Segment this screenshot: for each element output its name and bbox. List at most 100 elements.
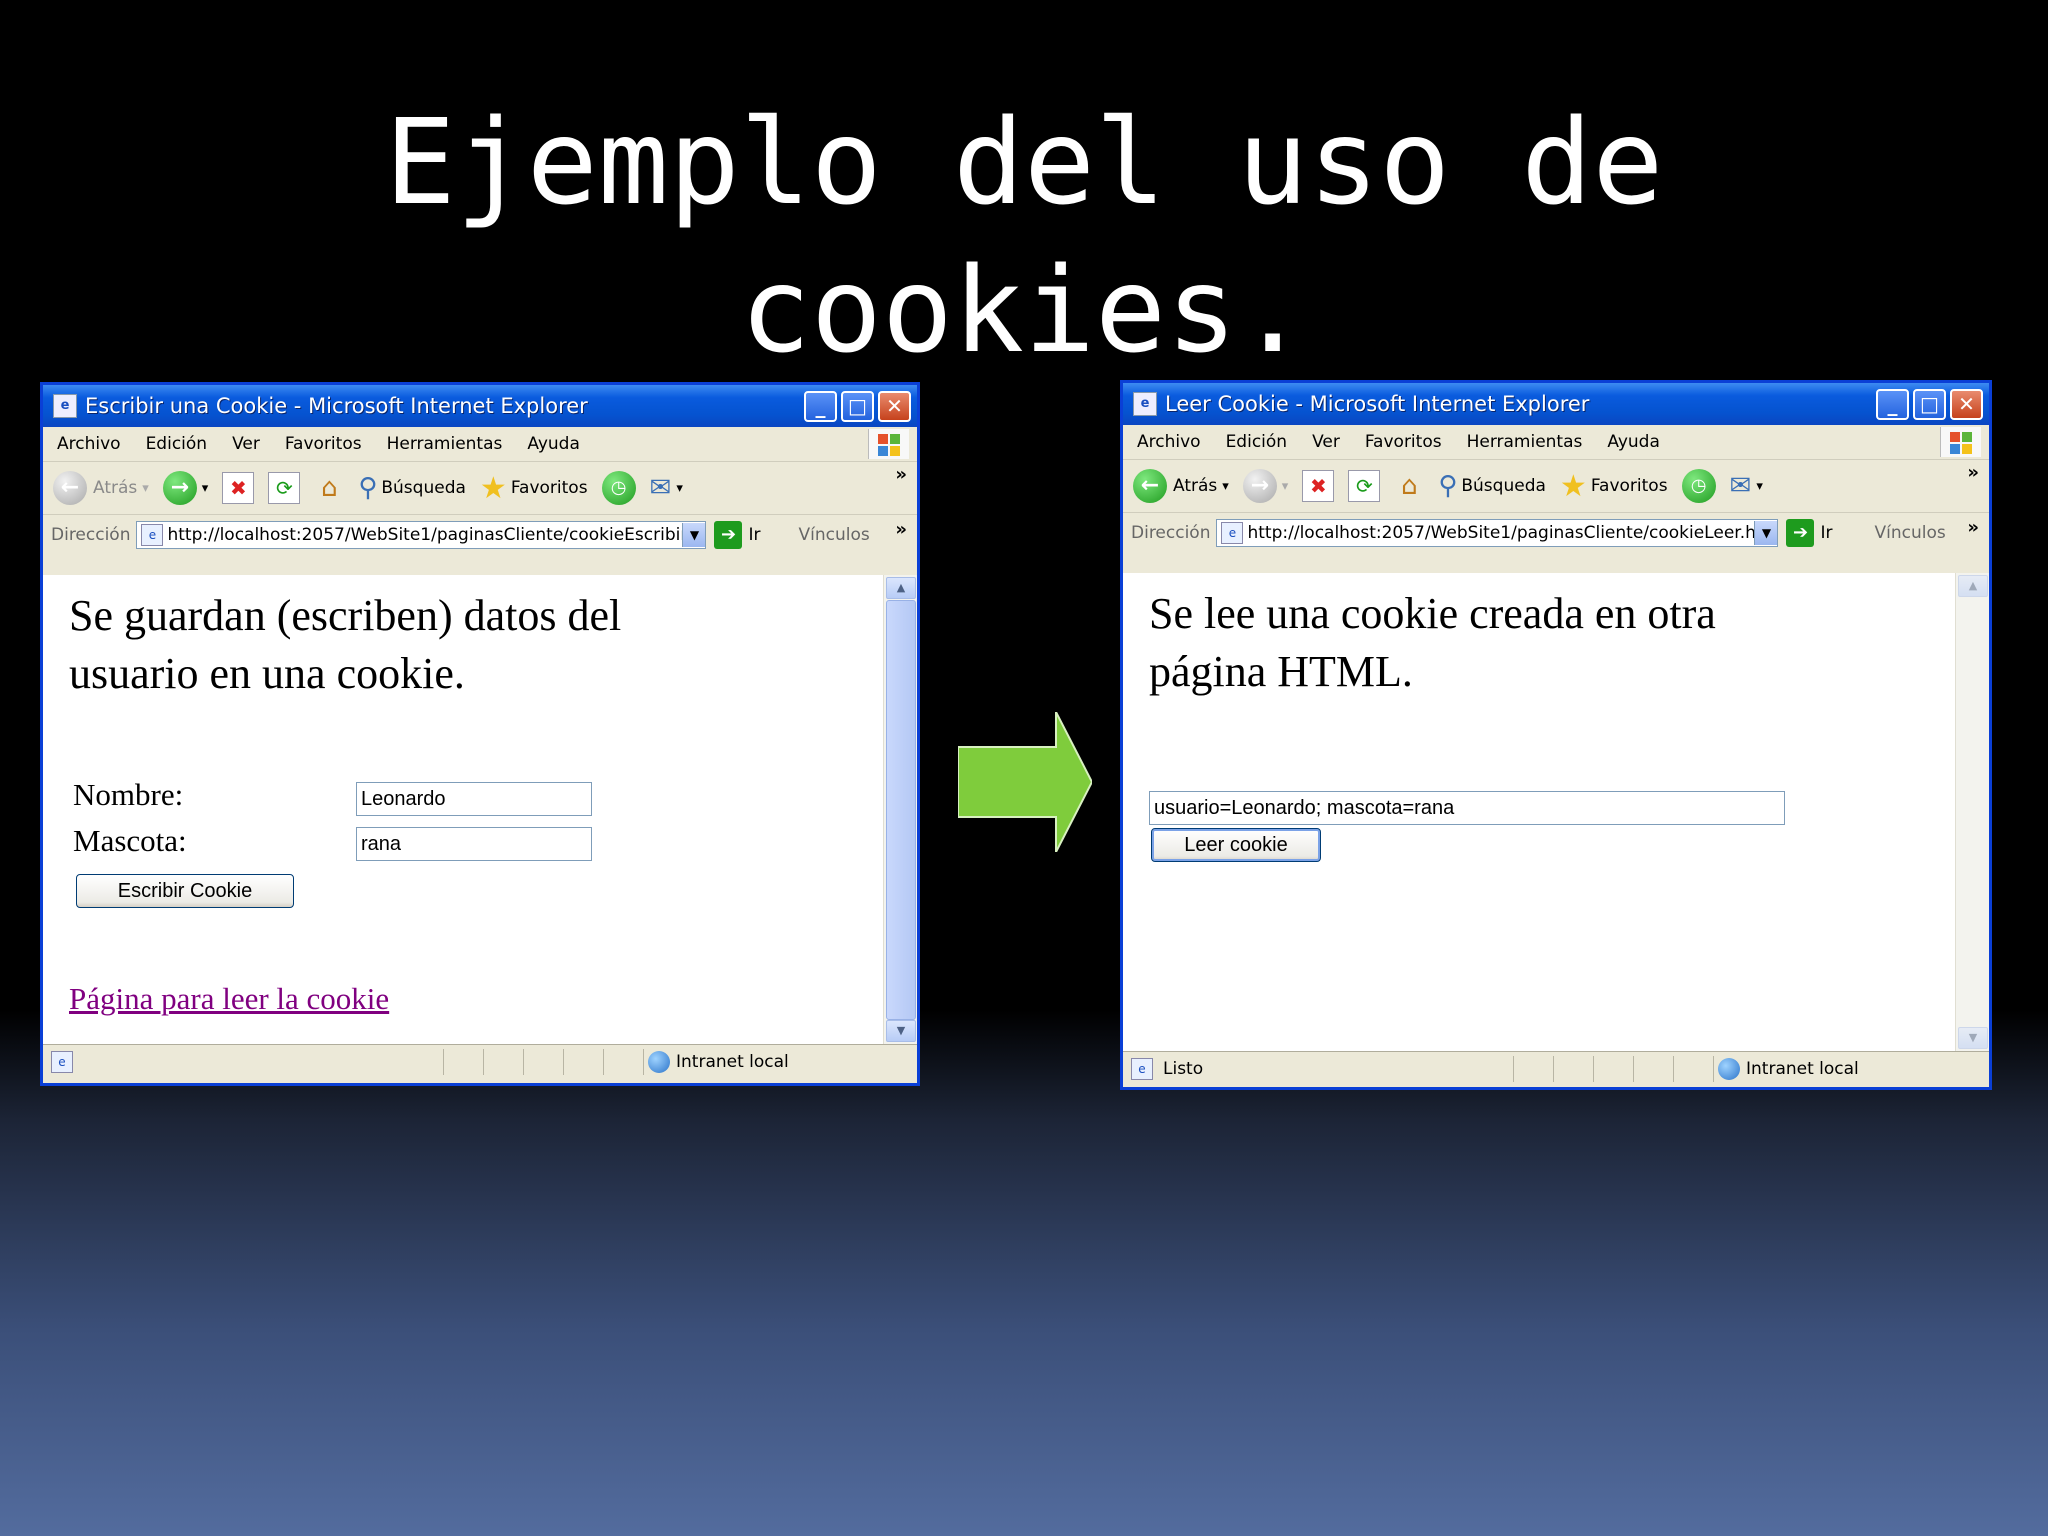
- menu-ver[interactable]: Ver: [1312, 432, 1340, 452]
- back-label: Atrás: [93, 478, 138, 498]
- go-button[interactable]: ➔ Ir: [714, 521, 761, 549]
- minimize-button[interactable]: _: [1876, 388, 1909, 420]
- ie-page-icon: e: [141, 524, 164, 546]
- chevron-down-icon: ▾: [1281, 478, 1289, 494]
- search-icon: ⚲: [1438, 471, 1458, 501]
- ie-page-icon: e: [53, 394, 77, 418]
- links-overflow-chevron[interactable]: »: [895, 519, 907, 540]
- chevron-down-icon[interactable]: ▼: [682, 523, 706, 547]
- escribir-cookie-button[interactable]: Escribir Cookie: [76, 874, 294, 908]
- ie-window-read-cookie: e Leer Cookie - Microsoft Internet Explo…: [1120, 380, 1992, 1090]
- menu-archivo[interactable]: Archivo: [1137, 432, 1201, 452]
- search-icon: ⚲: [358, 473, 378, 503]
- links-button[interactable]: Vínculos: [1875, 523, 1946, 543]
- heading-line-2: usuario en una cookie.: [69, 649, 465, 698]
- menu-ayuda[interactable]: Ayuda: [1607, 432, 1660, 452]
- search-button[interactable]: ⚲ Búsqueda: [1438, 471, 1546, 501]
- stop-button[interactable]: ✖: [1302, 470, 1335, 502]
- back-button[interactable]: ← Atrás ▾: [1133, 469, 1229, 503]
- mascota-input[interactable]: rana: [356, 827, 592, 861]
- chevron-down-icon: ▾: [1222, 478, 1229, 494]
- stop-button[interactable]: ✖: [222, 472, 255, 504]
- home-button[interactable]: ⌂: [314, 473, 344, 503]
- zone-label: Intranet local: [1746, 1059, 1859, 1079]
- search-button[interactable]: ⚲ Búsqueda: [358, 473, 466, 503]
- vertical-scrollbar[interactable]: ▲ ▼: [1955, 573, 1989, 1051]
- mail-icon: ✉: [1729, 471, 1752, 501]
- menu-favoritos[interactable]: Favoritos: [285, 434, 362, 454]
- refresh-button[interactable]: ⟳: [268, 472, 301, 504]
- links-overflow-chevron[interactable]: »: [1967, 517, 1979, 538]
- favorites-button[interactable]: ★ Favoritos: [1560, 469, 1668, 504]
- chevron-down-icon[interactable]: ▼: [1754, 521, 1778, 545]
- history-button[interactable]: ◷: [1681, 469, 1716, 503]
- intranet-globe-icon: [648, 1051, 670, 1073]
- history-button[interactable]: ◷: [601, 471, 636, 505]
- standard-toolbar: ← Atrás ▾ → ▾ ✖ ⟳ ⌂ ⚲ Búsqueda ★ Favorit…: [1123, 460, 1989, 513]
- page-content: Se lee una cookie creada en otra página …: [1123, 573, 1955, 1051]
- menu-edicion[interactable]: Edición: [1226, 432, 1288, 452]
- address-bar: Dirección e http://localhost:2057/WebSit…: [1123, 513, 1989, 553]
- back-button[interactable]: ← Atrás ▾: [53, 471, 149, 505]
- window-title: Leer Cookie - Microsoft Internet Explore…: [1165, 392, 1590, 416]
- toolbar-overflow-chevron[interactable]: »: [895, 464, 907, 485]
- close-button[interactable]: ✕: [878, 390, 911, 422]
- slide-title: Ejemplo del uso de cookies.: [0, 88, 2048, 384]
- scroll-down-arrow-icon[interactable]: ▼: [1958, 1027, 1988, 1049]
- ie-page-icon: e: [1131, 1058, 1153, 1080]
- security-zone: Intranet local: [648, 1051, 789, 1073]
- maximize-button[interactable]: □: [841, 390, 874, 422]
- links-button[interactable]: Vínculos: [799, 525, 870, 545]
- scroll-up-arrow-icon[interactable]: ▲: [886, 577, 916, 599]
- status-bar: e Listo Intranet local: [1123, 1051, 1989, 1086]
- nombre-label: Nombre:: [73, 777, 184, 812]
- go-arrow-icon: ➔: [714, 521, 743, 549]
- mail-button[interactable]: ✉ ▾: [650, 473, 683, 503]
- menu-archivo[interactable]: Archivo: [57, 434, 121, 454]
- read-cookie-page-link[interactable]: Página para leer la cookie: [69, 981, 389, 1017]
- menu-ver[interactable]: Ver: [232, 434, 260, 454]
- forward-button[interactable]: → ▾: [162, 471, 208, 505]
- address-input[interactable]: e http://localhost:2057/WebSite1/paginas…: [136, 521, 707, 549]
- search-label: Búsqueda: [1461, 476, 1546, 496]
- address-input[interactable]: e http://localhost:2057/WebSite1/paginas…: [1216, 519, 1779, 547]
- scroll-thumb[interactable]: [886, 600, 916, 1020]
- menu-herramientas[interactable]: Herramientas: [1467, 432, 1583, 452]
- titlebar[interactable]: e Escribir una Cookie - Microsoft Intern…: [43, 385, 917, 427]
- arrow-right-icon: [958, 712, 1092, 852]
- go-button[interactable]: ➔ Ir: [1786, 519, 1833, 547]
- nombre-input[interactable]: Leonardo: [356, 782, 592, 816]
- zone-label: Intranet local: [676, 1052, 789, 1072]
- stop-icon: ✖: [1302, 470, 1335, 502]
- address-bar: Dirección e http://localhost:2057/WebSit…: [43, 515, 917, 555]
- home-button[interactable]: ⌂: [1394, 471, 1424, 501]
- windows-logo-icon: [1940, 427, 1981, 457]
- maximize-button[interactable]: □: [1913, 388, 1946, 420]
- titlebar[interactable]: e Leer Cookie - Microsoft Internet Explo…: [1123, 383, 1989, 425]
- back-arrow-icon: ←: [1133, 469, 1167, 503]
- refresh-button[interactable]: ⟳: [1348, 470, 1381, 502]
- windows-logo-icon: [868, 429, 909, 459]
- leer-cookie-button[interactable]: Leer cookie: [1151, 828, 1321, 862]
- go-label: Ir: [1820, 523, 1833, 543]
- menu-bar: Archivo Edición Ver Favoritos Herramient…: [43, 427, 917, 462]
- toolbar-overflow-chevron[interactable]: »: [1967, 462, 1979, 483]
- mail-button[interactable]: ✉ ▾: [1730, 471, 1763, 501]
- security-zone: Intranet local: [1718, 1058, 1859, 1080]
- scroll-down-arrow-icon[interactable]: ▼: [886, 1020, 916, 1042]
- minimize-button[interactable]: _: [804, 390, 837, 422]
- menu-herramientas[interactable]: Herramientas: [387, 434, 503, 454]
- menu-ayuda[interactable]: Ayuda: [527, 434, 580, 454]
- home-icon: ⌂: [1401, 471, 1418, 501]
- refresh-icon: ⟳: [1348, 470, 1381, 502]
- menu-edicion[interactable]: Edición: [146, 434, 208, 454]
- favorites-button[interactable]: ★ Favoritos: [480, 471, 588, 506]
- vertical-scrollbar[interactable]: ▲ ▼: [883, 575, 917, 1044]
- cookie-value-input[interactable]: usuario=Leonardo; mascota=rana: [1149, 791, 1785, 825]
- slide-title-line-1: Ejemplo del uso de: [384, 93, 1664, 231]
- page-heading: Se guardan (escriben) datos del usuario …: [69, 587, 621, 703]
- menu-favoritos[interactable]: Favoritos: [1365, 432, 1442, 452]
- forward-button[interactable]: → ▾: [1242, 469, 1289, 503]
- close-button[interactable]: ✕: [1950, 388, 1983, 420]
- scroll-up-arrow-icon[interactable]: ▲: [1958, 575, 1988, 597]
